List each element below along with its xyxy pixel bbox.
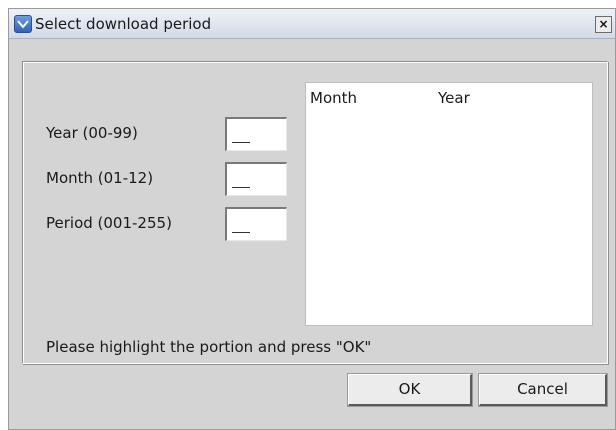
close-icon[interactable]: × — [595, 16, 612, 33]
year-input[interactable] — [225, 117, 287, 151]
period-listbox[interactable]: Month Year — [305, 82, 593, 326]
month-input[interactable] — [225, 162, 287, 196]
list-header-year: Year — [438, 89, 470, 107]
window-title: Select download period — [35, 15, 212, 33]
ok-button[interactable]: OK — [347, 373, 473, 407]
period-label: Period (001-255) — [46, 214, 172, 232]
download-dialog-icon — [14, 15, 32, 33]
title-bar[interactable]: Select download period × — [9, 9, 615, 39]
period-panel: Year (00-99) Month (01-12) Period (001-2… — [22, 61, 608, 364]
instruction-text: Please highlight the portion and press "… — [46, 338, 372, 356]
month-label: Month (01-12) — [46, 169, 154, 187]
year-label: Year (00-99) — [46, 124, 138, 142]
period-input[interactable] — [225, 207, 287, 241]
cancel-button[interactable]: Cancel — [478, 373, 608, 407]
download-period-dialog: Select download period × Year (00-99) Mo… — [8, 8, 616, 430]
list-header-month: Month — [310, 89, 358, 107]
